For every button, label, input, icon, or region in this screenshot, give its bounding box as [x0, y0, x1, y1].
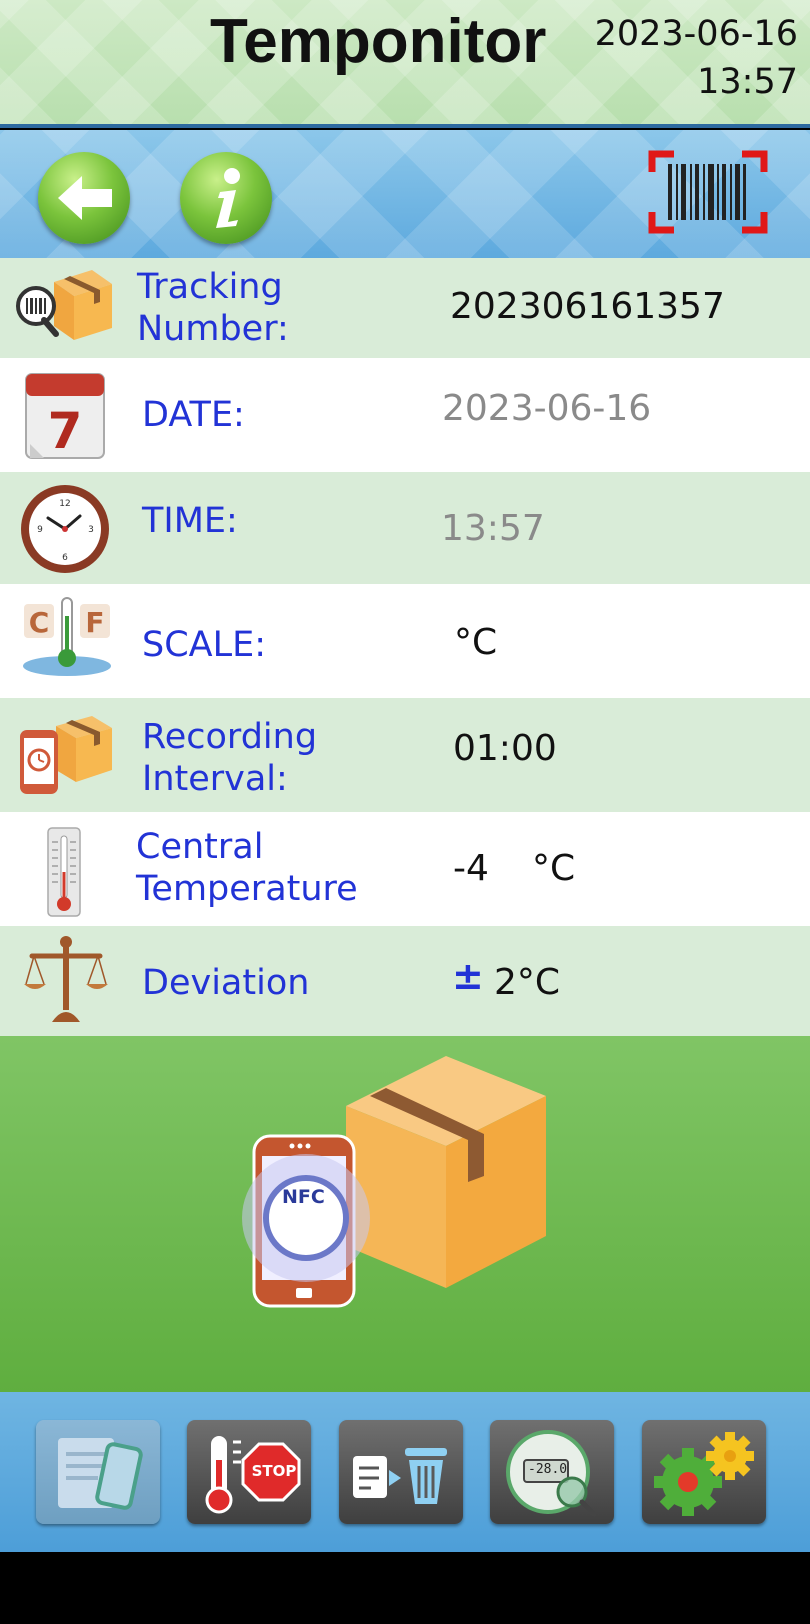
- stop-label: STOP: [251, 1462, 297, 1480]
- read-data-button[interactable]: [36, 1420, 160, 1524]
- settings-button[interactable]: [642, 1420, 766, 1524]
- svg-text:12: 12: [59, 499, 70, 509]
- calendar-icon: 7: [22, 366, 108, 462]
- interval-label-line2: Interval:: [142, 759, 288, 799]
- barcode-scan-icon: [648, 150, 768, 234]
- balance-scale-icon: [24, 932, 108, 1028]
- deviation-value[interactable]: 2°C: [494, 962, 560, 1003]
- stop-recording-button[interactable]: STOP: [187, 1420, 311, 1524]
- svg-text:F: F: [85, 606, 104, 639]
- date-row: 7 DATE: 2023-06-16: [0, 358, 810, 472]
- back-button[interactable]: [38, 152, 130, 244]
- find-device-button[interactable]: -28.0: [490, 1420, 614, 1524]
- svg-text:3: 3: [88, 525, 94, 535]
- thermometer-icon: [44, 826, 84, 918]
- nfc-badge: NFC: [282, 1186, 325, 1208]
- app-title: Temponitor: [210, 7, 547, 76]
- phone-package-icon: [16, 710, 114, 800]
- header-date: 2023-06-16: [594, 14, 798, 54]
- scale-row: C F SCALE: °C: [0, 584, 810, 698]
- deviation-row: Deviation ± 2°C: [0, 926, 810, 1036]
- info-icon: [216, 168, 240, 228]
- thermometer-scale-icon: C F: [20, 594, 114, 684]
- central-temperature-unit: °C: [532, 848, 576, 889]
- header-time: 13:57: [697, 62, 798, 102]
- time-row: 12 6 9 3 TIME: 13:57: [0, 472, 810, 584]
- nfc-scan-area[interactable]: NFC: [0, 1036, 810, 1392]
- toolbar: [0, 130, 810, 258]
- system-bottom-bar: [0, 1552, 810, 1624]
- svg-text:6: 6: [62, 553, 68, 563]
- back-arrow-icon: [58, 176, 112, 220]
- plus-minus-symbol: ±: [452, 954, 484, 998]
- interval-label-line1: Recording: [142, 717, 318, 757]
- svg-text:9: 9: [37, 525, 43, 535]
- gears-icon: [654, 1432, 754, 1516]
- central-label-line1: Central: [136, 827, 264, 867]
- scale-label: SCALE:: [142, 625, 267, 665]
- tracking-label-line1: Tracking: [137, 267, 283, 307]
- tracking-number-row: Tracking Number: 202306161357: [0, 258, 810, 358]
- info-button[interactable]: [180, 152, 272, 244]
- interval-value[interactable]: 01:00: [453, 728, 557, 769]
- time-label: TIME:: [142, 501, 238, 541]
- central-temperature-row: Central Temperature -4 °C: [0, 812, 810, 926]
- svg-text:C: C: [29, 606, 50, 639]
- meter-reading: -28.0: [528, 1462, 568, 1477]
- date-value[interactable]: 2023-06-16: [442, 388, 651, 429]
- document-trash-icon: [353, 1448, 447, 1504]
- app-header: Temponitor 2023-06-16 13:57: [0, 0, 810, 128]
- scale-value[interactable]: °C: [454, 622, 497, 663]
- date-label: DATE:: [142, 395, 245, 435]
- export-delete-button[interactable]: [339, 1420, 463, 1524]
- deviation-label: Deviation: [142, 963, 310, 1003]
- tracking-label-line2: Number:: [137, 309, 289, 349]
- package-scan-icon: [14, 262, 114, 358]
- clock-icon: 12 6 9 3: [18, 482, 112, 576]
- barcode-scan-button[interactable]: [648, 150, 768, 234]
- central-label-line2: Temperature: [136, 869, 358, 909]
- time-value[interactable]: 13:57: [441, 508, 545, 549]
- tracking-number-value[interactable]: 202306161357: [450, 286, 725, 327]
- svg-text:7: 7: [48, 402, 83, 460]
- document-phone-icon: [58, 1438, 143, 1510]
- central-temperature-value[interactable]: -4: [453, 848, 489, 889]
- recording-interval-row: Recording Interval: 01:00: [0, 698, 810, 812]
